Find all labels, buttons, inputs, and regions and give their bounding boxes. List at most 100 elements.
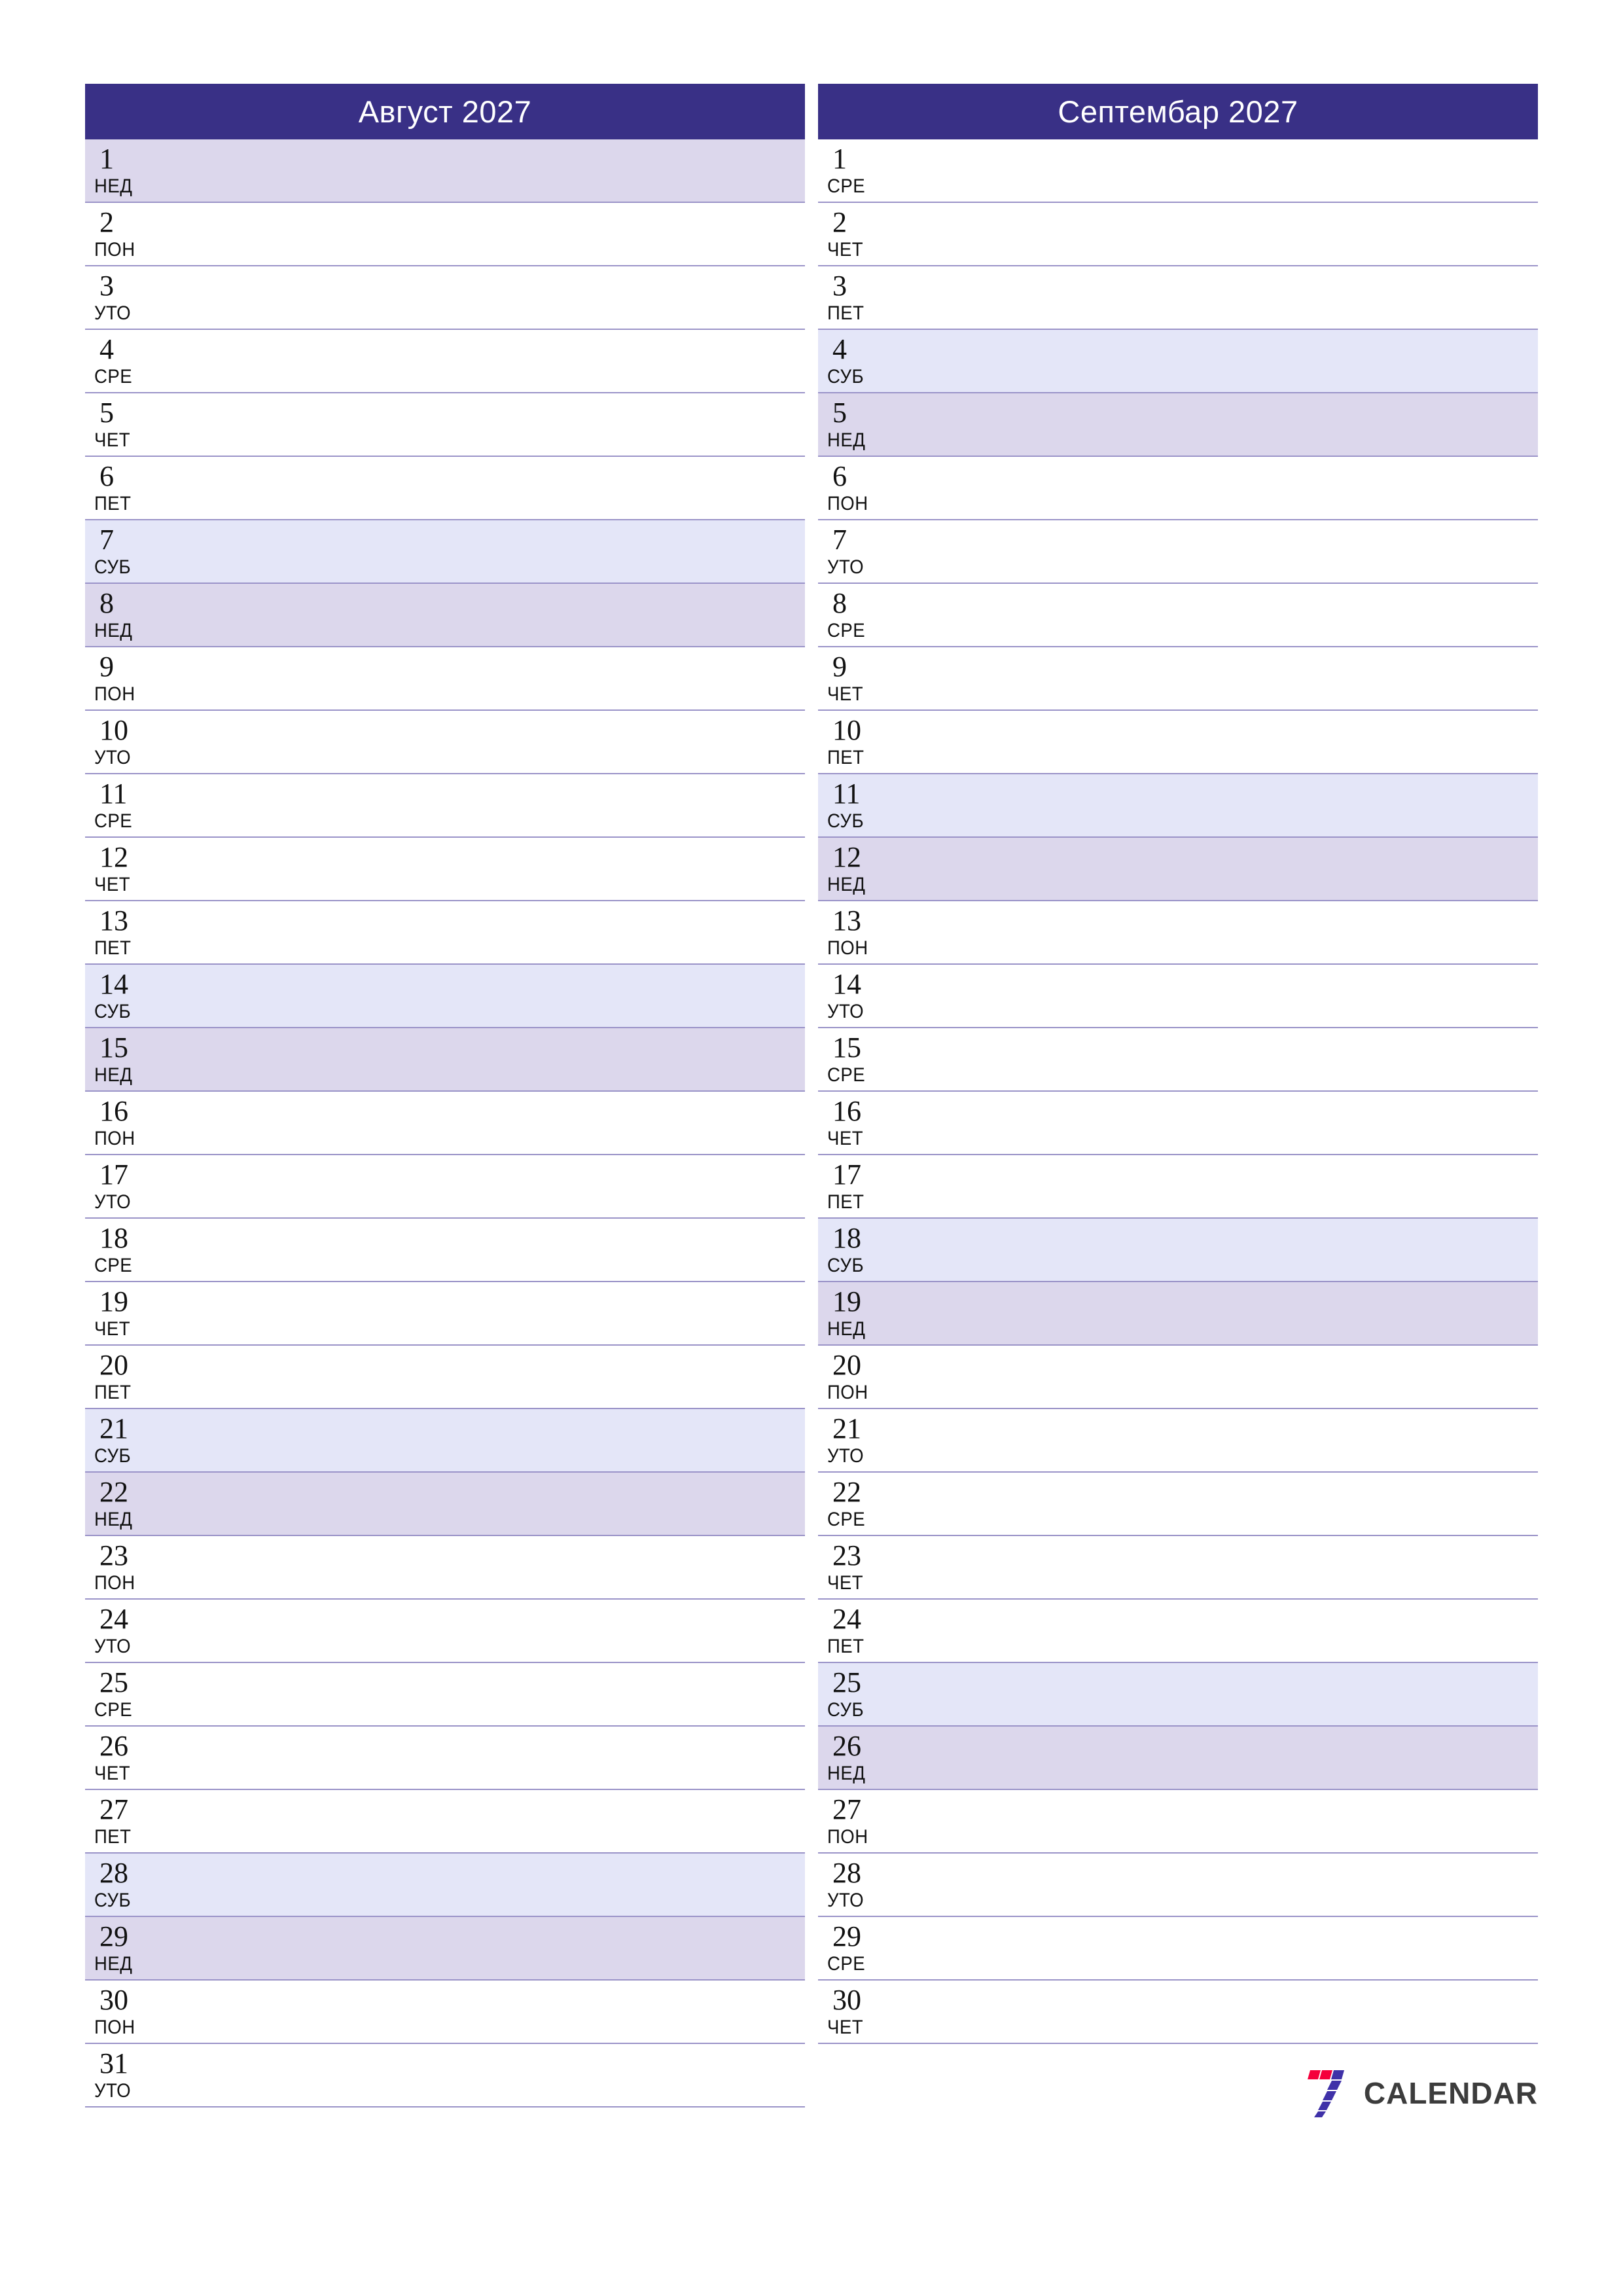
day-row[interactable]: 27 ПОН bbox=[818, 1790, 1538, 1854]
day-row[interactable]: 20 ПЕТ bbox=[85, 1346, 805, 1409]
day-row[interactable]: 16 ЧЕТ bbox=[818, 1092, 1538, 1155]
day-weekday-abbr: ПОН bbox=[94, 1128, 135, 1149]
day-row[interactable]: 16 ПОН bbox=[85, 1092, 805, 1155]
day-row[interactable]: 21 УТО bbox=[818, 1409, 1538, 1473]
day-weekday-abbr: УТО bbox=[94, 747, 132, 768]
day-number: 25 bbox=[832, 1666, 861, 1698]
day-row[interactable]: 24 УТО bbox=[85, 1600, 805, 1663]
day-row[interactable]: 14 УТО bbox=[818, 965, 1538, 1028]
day-number: 17 bbox=[832, 1158, 861, 1191]
day-weekday-abbr: СРЕ bbox=[94, 366, 133, 387]
day-row[interactable]: 12 ЧЕТ bbox=[85, 838, 805, 901]
day-row[interactable]: 25 СРЕ bbox=[85, 1663, 805, 1727]
day-row[interactable]: 9 ЧЕТ bbox=[818, 647, 1538, 711]
day-row[interactable]: 30 ЧЕТ bbox=[818, 1981, 1538, 2044]
day-weekday-abbr: НЕД bbox=[827, 1763, 866, 1784]
calendar-logo[interactable]: CALENDAR bbox=[1301, 2069, 1538, 2117]
day-weekday-abbr: СУБ bbox=[827, 1255, 865, 1276]
day-number: 30 bbox=[99, 1984, 128, 2016]
day-number: 2 bbox=[99, 206, 114, 238]
day-row[interactable]: 21 СУБ bbox=[85, 1409, 805, 1473]
day-weekday-abbr: ПОН bbox=[94, 1572, 135, 1594]
day-row[interactable]: 28 СУБ bbox=[85, 1854, 805, 1917]
day-row[interactable]: 8 СРЕ bbox=[818, 584, 1538, 647]
day-row[interactable]: 10 УТО bbox=[85, 711, 805, 774]
day-row[interactable]: 26 ЧЕТ bbox=[85, 1727, 805, 1790]
day-weekday-abbr: СРЕ bbox=[94, 1255, 133, 1276]
day-row[interactable]: 6 ПОН bbox=[818, 457, 1538, 520]
day-row[interactable]: 5 НЕД bbox=[818, 393, 1538, 457]
day-row[interactable]: 22 СРЕ bbox=[818, 1473, 1538, 1536]
day-row[interactable]: 22 НЕД bbox=[85, 1473, 805, 1536]
day-weekday-abbr: УТО bbox=[827, 1445, 865, 1467]
day-row[interactable]: 15 СРЕ bbox=[818, 1028, 1538, 1092]
day-row[interactable]: 27 ПЕТ bbox=[85, 1790, 805, 1854]
day-row[interactable]: 18 СУБ bbox=[818, 1219, 1538, 1282]
day-row[interactable]: 14 СУБ bbox=[85, 965, 805, 1028]
day-number: 20 bbox=[99, 1349, 128, 1381]
day-row[interactable]: 30 ПОН bbox=[85, 1981, 805, 2044]
day-row[interactable]: 29 НЕД bbox=[85, 1917, 805, 1981]
day-number: 12 bbox=[99, 841, 128, 873]
day-row[interactable]: 2 ЧЕТ bbox=[818, 203, 1538, 266]
day-row[interactable]: 20 ПОН bbox=[818, 1346, 1538, 1409]
day-weekday-abbr: ПОН bbox=[94, 683, 135, 705]
day-row[interactable]: 4 СРЕ bbox=[85, 330, 805, 393]
day-row[interactable]: 23 ПОН bbox=[85, 1536, 805, 1600]
day-row[interactable]: 26 НЕД bbox=[818, 1727, 1538, 1790]
day-row[interactable]: 4 СУБ bbox=[818, 330, 1538, 393]
day-weekday-abbr: ЧЕТ bbox=[94, 429, 131, 451]
month-column-august: Август 2027 1 НЕД 2 ПОН 3 УТО 4 СРЕ 5 ЧЕТ 6 ПЕТ 7 СУБ… bbox=[85, 84, 805, 2108]
day-row[interactable]: 13 ПОН bbox=[818, 901, 1538, 965]
day-row[interactable]: 6 ПЕТ bbox=[85, 457, 805, 520]
day-number: 14 bbox=[832, 968, 861, 1000]
day-row[interactable]: 18 СРЕ bbox=[85, 1219, 805, 1282]
day-row[interactable]: 19 ЧЕТ bbox=[85, 1282, 805, 1346]
day-row[interactable]: 11 СУБ bbox=[818, 774, 1538, 838]
day-weekday-abbr: ПОН bbox=[94, 2017, 135, 2038]
day-row[interactable]: 3 ПЕТ bbox=[818, 266, 1538, 330]
day-number: 27 bbox=[99, 1793, 128, 1825]
day-number: 19 bbox=[832, 1285, 861, 1318]
day-row[interactable]: 1 НЕД bbox=[85, 139, 805, 203]
day-number: 24 bbox=[832, 1603, 861, 1635]
day-row[interactable]: 15 НЕД bbox=[85, 1028, 805, 1092]
day-row[interactable]: 24 ПЕТ bbox=[818, 1600, 1538, 1663]
day-weekday-abbr: ПЕТ bbox=[94, 1382, 132, 1403]
day-row[interactable]: 1 СРЕ bbox=[818, 139, 1538, 203]
day-row[interactable]: 9 ПОН bbox=[85, 647, 805, 711]
seven-blocks-logo-icon bbox=[1307, 2070, 1344, 2117]
day-row[interactable]: 28 УТО bbox=[818, 1854, 1538, 1917]
day-row[interactable]: 13 ПЕТ bbox=[85, 901, 805, 965]
day-row[interactable]: 10 ПЕТ bbox=[818, 711, 1538, 774]
day-row[interactable]: 23 ЧЕТ bbox=[818, 1536, 1538, 1600]
day-row[interactable]: 29 СРЕ bbox=[818, 1917, 1538, 1981]
day-row[interactable]: 25 СУБ bbox=[818, 1663, 1538, 1727]
day-row[interactable]: 2 ПОН bbox=[85, 203, 805, 266]
day-weekday-abbr: ЧЕТ bbox=[94, 874, 131, 895]
day-weekday-abbr: СРЕ bbox=[827, 1953, 866, 1975]
day-weekday-abbr: СРЕ bbox=[827, 620, 866, 641]
day-row[interactable]: 19 НЕД bbox=[818, 1282, 1538, 1346]
day-row[interactable]: 17 УТО bbox=[85, 1155, 805, 1219]
day-weekday-abbr: СУБ bbox=[827, 1699, 865, 1721]
day-row[interactable]: 12 НЕД bbox=[818, 838, 1538, 901]
day-weekday-abbr: УТО bbox=[94, 302, 132, 324]
day-number: 5 bbox=[832, 397, 847, 429]
day-row[interactable]: 7 УТО bbox=[818, 520, 1538, 584]
day-weekday-abbr: ПОН bbox=[827, 1826, 868, 1848]
day-row[interactable]: 8 НЕД bbox=[85, 584, 805, 647]
day-number: 14 bbox=[99, 968, 128, 1000]
day-number: 13 bbox=[832, 905, 861, 937]
day-weekday-abbr: СУБ bbox=[94, 1445, 132, 1467]
day-row[interactable]: 11 СРЕ bbox=[85, 774, 805, 838]
day-row[interactable]: 17 ПЕТ bbox=[818, 1155, 1538, 1219]
day-row[interactable]: 31 УТО bbox=[85, 2044, 805, 2108]
day-weekday-abbr: СРЕ bbox=[94, 810, 133, 832]
day-row[interactable]: 7 СУБ bbox=[85, 520, 805, 584]
day-weekday-abbr: УТО bbox=[94, 1191, 132, 1213]
day-number: 21 bbox=[832, 1412, 861, 1444]
day-row[interactable]: 5 ЧЕТ bbox=[85, 393, 805, 457]
day-row[interactable]: 3 УТО bbox=[85, 266, 805, 330]
day-number: 5 bbox=[99, 397, 114, 429]
